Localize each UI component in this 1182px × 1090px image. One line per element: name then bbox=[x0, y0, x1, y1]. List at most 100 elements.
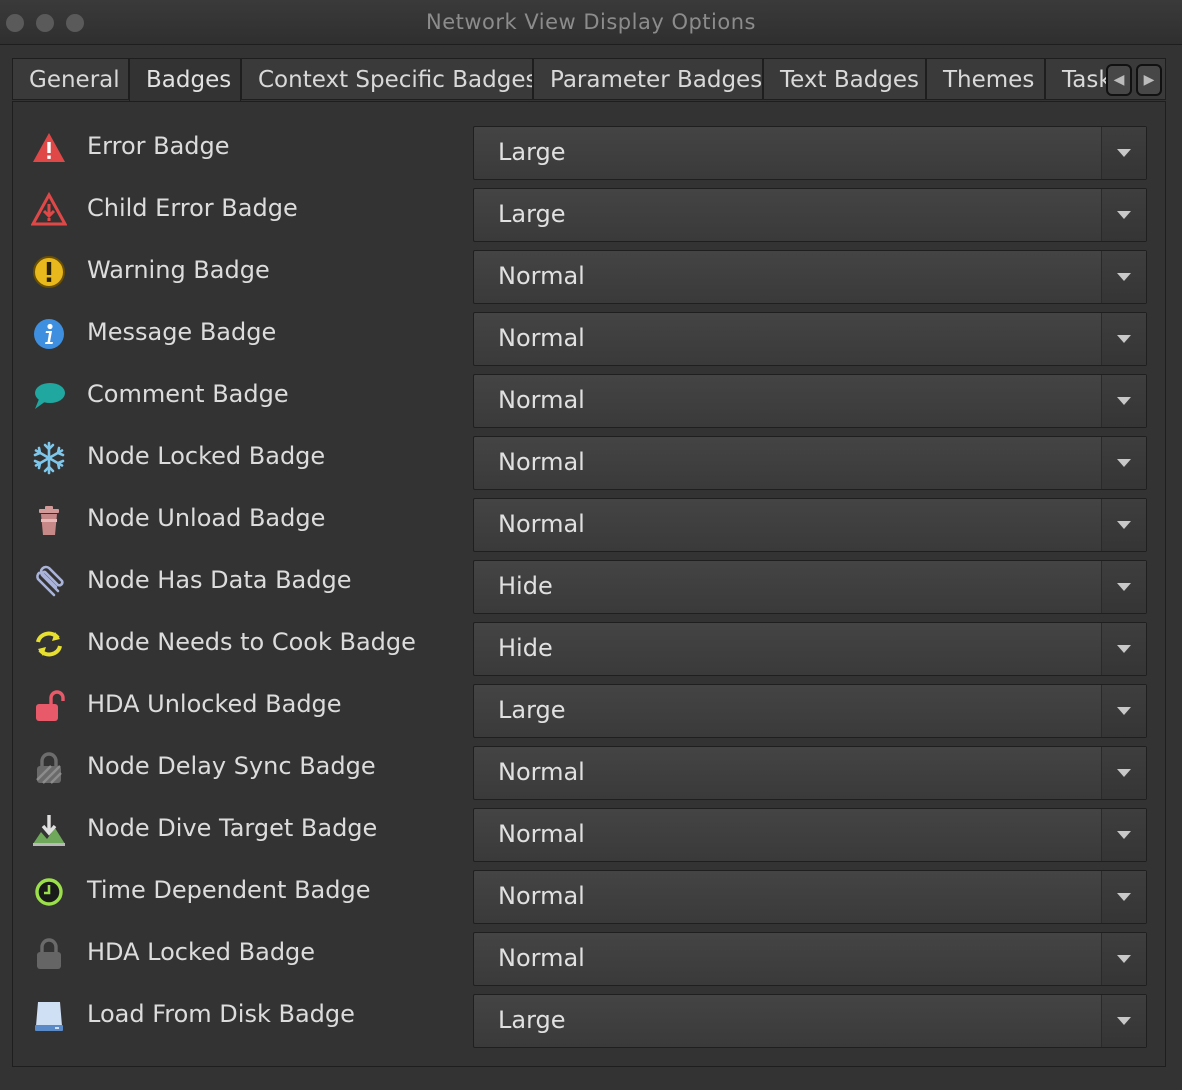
select-value: Normal bbox=[498, 820, 585, 848]
badge-row-node-unload: Node Unload Badge Normal bbox=[13, 490, 1165, 552]
badge-row-hda-unlocked: HDA Unlocked Badge Large bbox=[13, 676, 1165, 738]
badge-row-hda-locked: HDA Locked Badge Normal bbox=[13, 924, 1165, 986]
badge-label: Node Has Data Badge bbox=[87, 566, 352, 594]
time-dependent-badge-select[interactable]: Normal bbox=[473, 870, 1147, 924]
node-has-data-badge-select[interactable]: Hide bbox=[473, 560, 1147, 614]
clock-icon bbox=[31, 874, 67, 910]
select-value: Large bbox=[498, 1006, 566, 1034]
node-needs-cook-badge-select[interactable]: Hide bbox=[473, 622, 1147, 676]
select-value: Hide bbox=[498, 572, 553, 600]
error-triangle-icon bbox=[31, 130, 67, 166]
node-unload-badge-select[interactable]: Normal bbox=[473, 498, 1147, 552]
tab-context-specific-badges[interactable]: Context Specific Badges bbox=[241, 58, 533, 100]
badge-label: HDA Locked Badge bbox=[87, 938, 316, 966]
badge-row-node-needs-cook: Node Needs to Cook Badge Hide bbox=[13, 614, 1165, 676]
tab-bar: General Badges Context Specific Badges P… bbox=[12, 58, 1166, 103]
badge-row-node-locked: Node Locked Badge Normal bbox=[13, 428, 1165, 490]
hda-unlocked-badge-select[interactable]: Large bbox=[473, 684, 1147, 738]
badge-label: Child Error Badge bbox=[87, 194, 298, 222]
dropdown-arrow-icon[interactable] bbox=[1101, 127, 1146, 179]
tab-parameter-badges[interactable]: Parameter Badges bbox=[533, 58, 763, 100]
select-value: Normal bbox=[498, 262, 585, 290]
badge-label: Node Locked Badge bbox=[87, 442, 326, 470]
dropdown-arrow-icon[interactable] bbox=[1101, 871, 1146, 923]
badge-row-time-dependent: Time Dependent Badge Normal bbox=[13, 862, 1165, 924]
window-title: Network View Display Options bbox=[426, 10, 756, 34]
badge-row-node-dive-target: Node Dive Target Badge Normal bbox=[13, 800, 1165, 862]
dropdown-arrow-icon[interactable] bbox=[1101, 313, 1146, 365]
dialog-window: Network View Display Options General Bad… bbox=[0, 0, 1182, 1090]
badge-row-message: Message Badge Normal bbox=[13, 304, 1165, 366]
node-locked-badge-select[interactable]: Normal bbox=[473, 436, 1147, 490]
dropdown-arrow-icon[interactable] bbox=[1101, 189, 1146, 241]
badge-row-node-has-data: Node Has Data Badge Hide bbox=[13, 552, 1165, 614]
badge-label: Warning Badge bbox=[87, 256, 270, 284]
select-value: Normal bbox=[498, 386, 585, 414]
badge-label: Comment Badge bbox=[87, 380, 289, 408]
select-value: Normal bbox=[498, 882, 585, 910]
badge-row-error: Error Badge Large bbox=[13, 118, 1165, 180]
badge-label: HDA Unlocked Badge bbox=[87, 690, 342, 718]
refresh-icon bbox=[31, 626, 67, 662]
badge-row-child-error: Child Error Badge Large bbox=[13, 180, 1165, 242]
dropdown-arrow-icon[interactable] bbox=[1101, 747, 1146, 799]
select-value: Normal bbox=[498, 944, 585, 972]
tab-general[interactable]: General bbox=[12, 58, 129, 100]
tab-themes[interactable]: Themes bbox=[926, 58, 1045, 100]
comment-icon bbox=[31, 378, 67, 414]
dropdown-arrow-icon[interactable] bbox=[1101, 933, 1146, 985]
badge-label: Node Dive Target Badge bbox=[87, 814, 378, 842]
warning-badge-select[interactable]: Normal bbox=[473, 250, 1147, 304]
badge-label: Node Unload Badge bbox=[87, 504, 326, 532]
error-badge-select[interactable]: Large bbox=[473, 126, 1147, 180]
disk-icon bbox=[31, 998, 67, 1034]
select-value: Large bbox=[498, 696, 566, 724]
load-from-disk-badge-select[interactable]: Large bbox=[473, 994, 1147, 1048]
badge-label: Load From Disk Badge bbox=[87, 1000, 355, 1028]
warning-icon bbox=[31, 254, 67, 290]
dropdown-arrow-icon[interactable] bbox=[1101, 437, 1146, 489]
badge-label: Error Badge bbox=[87, 132, 230, 160]
select-value: Normal bbox=[498, 510, 585, 538]
badge-label: Message Badge bbox=[87, 318, 277, 346]
select-value: Large bbox=[498, 200, 566, 228]
tab-text-badges[interactable]: Text Badges bbox=[763, 58, 926, 100]
title-bar: Network View Display Options bbox=[0, 0, 1182, 45]
dive-target-icon bbox=[31, 812, 67, 848]
chevron-left-icon[interactable]: ◀ bbox=[1106, 64, 1132, 96]
delay-sync-icon bbox=[31, 750, 67, 786]
dropdown-arrow-icon[interactable] bbox=[1101, 375, 1146, 427]
child-error-badge-select[interactable]: Large bbox=[473, 188, 1147, 242]
dropdown-arrow-icon[interactable] bbox=[1101, 251, 1146, 303]
dropdown-arrow-icon[interactable] bbox=[1101, 995, 1146, 1047]
paperclip-icon bbox=[31, 564, 67, 600]
child-error-icon bbox=[31, 192, 67, 228]
select-value: Normal bbox=[498, 758, 585, 786]
badge-row-node-delay-sync: Node Delay Sync Badge Normal bbox=[13, 738, 1165, 800]
badge-label: Time Dependent Badge bbox=[87, 876, 371, 904]
unlocked-icon bbox=[31, 688, 67, 724]
chevron-right-icon[interactable]: ▶ bbox=[1136, 64, 1162, 96]
node-delay-sync-badge-select[interactable]: Normal bbox=[473, 746, 1147, 800]
hda-locked-badge-select[interactable]: Normal bbox=[473, 932, 1147, 986]
badge-label: Node Delay Sync Badge bbox=[87, 752, 376, 780]
dropdown-arrow-icon[interactable] bbox=[1101, 561, 1146, 613]
comment-badge-select[interactable]: Normal bbox=[473, 374, 1147, 428]
badge-label: Node Needs to Cook Badge bbox=[87, 628, 416, 656]
dropdown-arrow-icon[interactable] bbox=[1101, 809, 1146, 861]
tab-badges[interactable]: Badges bbox=[129, 58, 241, 103]
node-dive-target-badge-select[interactable]: Normal bbox=[473, 808, 1147, 862]
message-badge-select[interactable]: Normal bbox=[473, 312, 1147, 366]
select-value: Large bbox=[498, 138, 566, 166]
badge-row-warning: Warning Badge Normal bbox=[13, 242, 1165, 304]
select-value: Normal bbox=[498, 324, 585, 352]
select-value: Hide bbox=[498, 634, 553, 662]
select-value: Normal bbox=[498, 448, 585, 476]
dropdown-arrow-icon[interactable] bbox=[1101, 623, 1146, 675]
locked-icon bbox=[31, 936, 67, 972]
snowflake-icon bbox=[31, 440, 67, 476]
dropdown-arrow-icon[interactable] bbox=[1101, 685, 1146, 737]
badge-row-comment: Comment Badge Normal bbox=[13, 366, 1165, 428]
dropdown-arrow-icon[interactable] bbox=[1101, 499, 1146, 551]
info-icon bbox=[31, 316, 67, 352]
